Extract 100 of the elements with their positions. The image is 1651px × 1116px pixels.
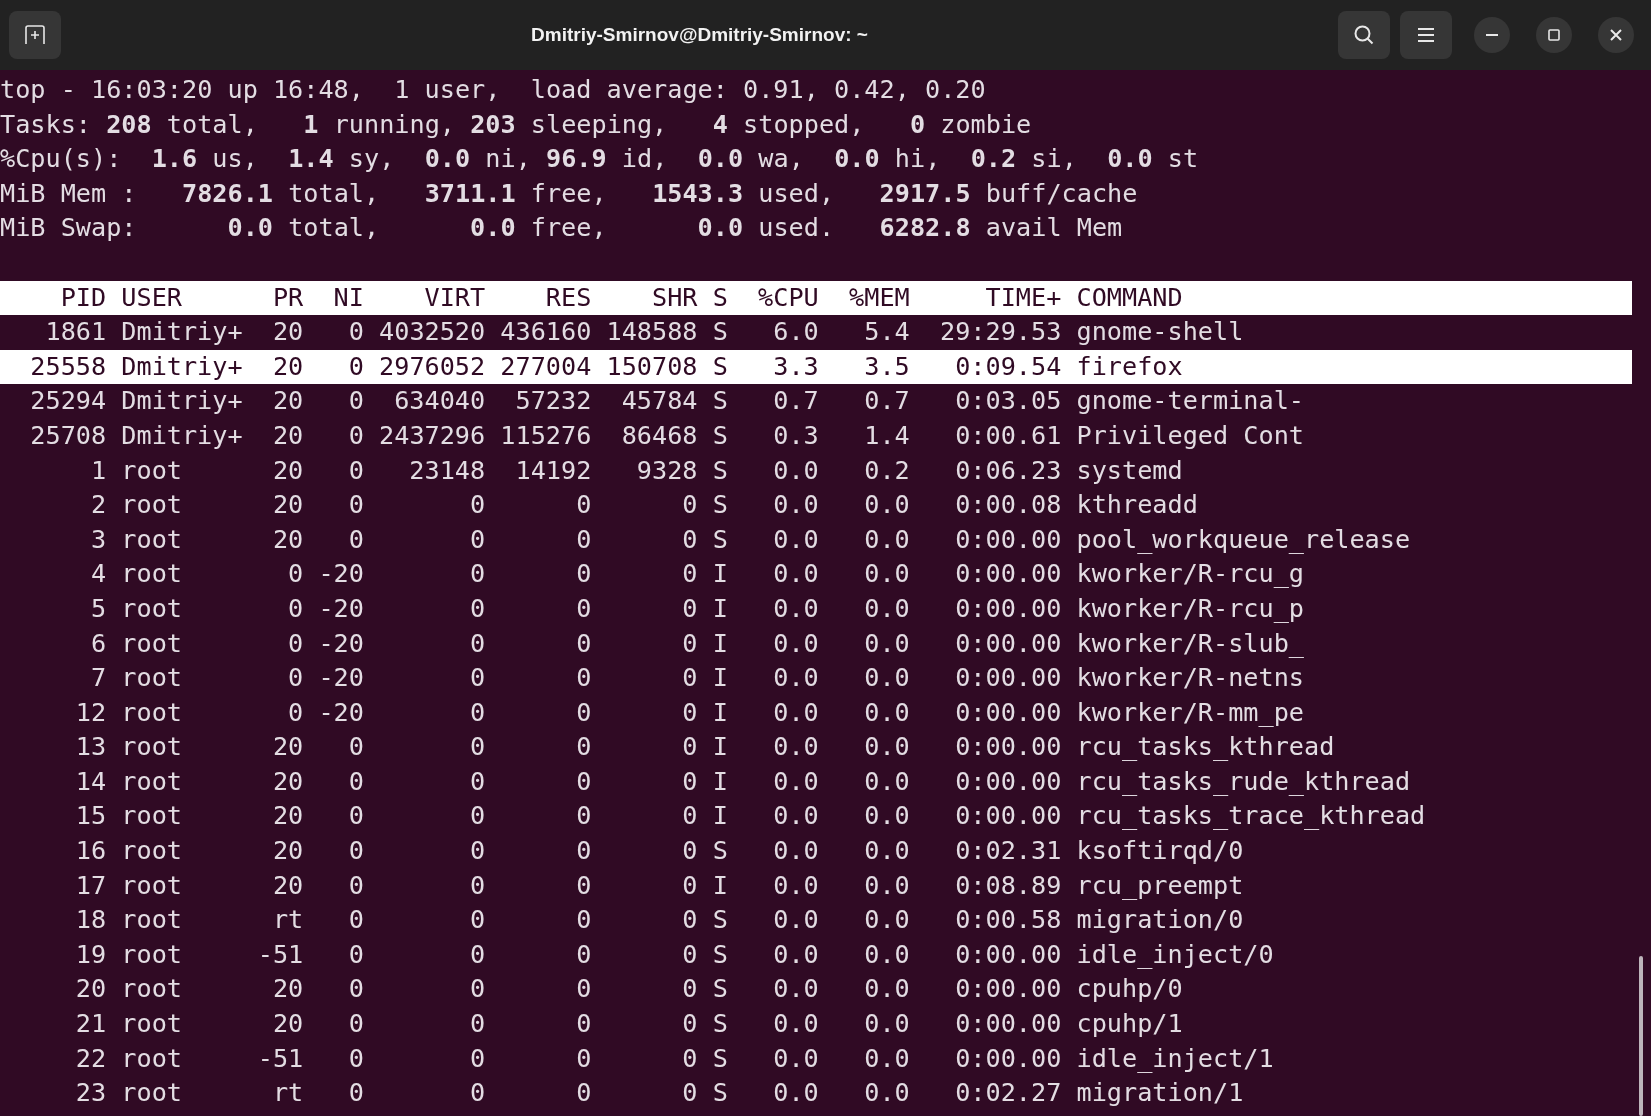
menu-button[interactable] <box>1400 11 1452 59</box>
new-tab-button[interactable] <box>9 11 61 59</box>
process-row[interactable]: 21 root 20 0 0 0 0 S 0.0 0.0 0:00.00 cpuhp/1 <box>0 1007 1632 1042</box>
table-cell-text: 0 <box>681 800 698 833</box>
table-cell-text: 0 <box>469 869 486 902</box>
table-cell-text: 0.2 <box>863 454 910 487</box>
table-cell-text: I <box>712 731 728 764</box>
process-row[interactable]: 17 root 20 0 0 0 0 I 0.0 0.0 0:08.89 rcu_preempt <box>0 868 1632 904</box>
table-cell-text: -51 <box>257 938 304 971</box>
table-cell-text: rcu_tasks_trace_kthread <box>1076 800 1426 833</box>
process-row[interactable]: 25708 Dmitriy+ 20 0 2437296 115276 86468 S 0.3 1.4 0:00.61 Privileged Cont <box>0 418 1632 454</box>
table-cell-text: 0 <box>469 835 486 868</box>
process-row[interactable]: 3 root 20 0 0 0 0 S 0.0 0.0 0:00.00 pool_workqueue_release <box>0 522 1632 558</box>
close-button[interactable] <box>1598 17 1634 53</box>
table-cell-text: 20 <box>271 765 304 798</box>
table-cell-text: root <box>121 765 183 798</box>
process-row[interactable]: 25558 Dmitriy+ 20 0 2976052 277004 150708 S 3.3 3.5 0:09.54 firefox <box>0 349 1632 385</box>
process-row[interactable]: 18 root rt 0 0 0 0 S 0.0 0.0 0:00.58 migration/0 <box>0 903 1632 938</box>
table-cell-text: 0 <box>681 662 698 695</box>
table-cell-text: 0 <box>347 973 364 1006</box>
table-cell-text: 0 <box>681 835 698 868</box>
table-cell-text: Dmitriy+ <box>121 350 243 383</box>
table-cell-text: 0.0 <box>863 765 910 798</box>
table-cell-text: root <box>121 869 183 902</box>
table-cell-text: 0 <box>347 316 364 349</box>
table-cell-text: 4 <box>89 558 107 591</box>
search-button[interactable] <box>1338 11 1390 59</box>
process-row[interactable]: 20 root 20 0 0 0 0 S 0.0 0.0 0:00.00 cpuhp/0 <box>0 972 1632 1008</box>
menu-icon <box>1417 27 1435 43</box>
process-row[interactable]: 15 root 20 0 0 0 0 I 0.0 0.0 0:00.00 rcu_tasks_trace_kthread <box>0 799 1632 835</box>
table-cell-text: I <box>712 765 728 798</box>
process-row[interactable]: 19 root -51 0 0 0 0 S 0.0 0.0 0:00.00 idle_inject/0 <box>0 937 1632 973</box>
table-cell-text: 45784 <box>620 385 698 418</box>
table-cell-text: 0:00.00 <box>954 938 1062 971</box>
table-cell-text: S <box>712 385 728 418</box>
table-cell-text: 0.0 <box>863 835 910 868</box>
table-cell-text: root <box>121 835 183 868</box>
column-header: RES <box>544 281 592 314</box>
process-row[interactable]: 2 root 20 0 0 0 0 S 0.0 0.0 0:00.08 kthreadd <box>0 488 1632 523</box>
table-cell-text: root <box>121 558 183 591</box>
table-cell-text: 0.0 <box>772 454 819 487</box>
process-row[interactable]: 25294 Dmitriy+ 20 0 634040 57232 45784 S 0.7 0.7 0:03.05 gnome-terminal- <box>0 384 1632 419</box>
table-cell-text: 2976052 <box>379 350 486 383</box>
table-cell-text: 0 <box>575 731 592 764</box>
table-cell-text: 0 <box>347 350 364 383</box>
table-cell-text: I <box>712 662 728 695</box>
summary-line: MiB Swap: 0.0 total, 0.0 free, 0.0 used. 6282.8 avail Mem <box>0 212 1123 245</box>
scrollbar[interactable] <box>1639 956 1643 1116</box>
process-row[interactable]: 4 root 0 -20 0 0 0 I 0.0 0.0 0:00.00 kworker/R-rcu_g <box>0 557 1632 592</box>
process-row[interactable]: 14 root 20 0 0 0 0 I 0.0 0.0 0:00.00 rcu_tasks_rude_kthread <box>0 764 1632 800</box>
window-title: Dmitriy-Smirnov@Dmitriy-Smirnov: ~ <box>531 22 868 47</box>
table-cell-text: 1 <box>89 454 107 487</box>
table-cell-text: kworker/R-rcu_p <box>1076 592 1304 625</box>
table-cell-text: 0 <box>347 523 364 556</box>
table-cell-text: 0 <box>469 731 486 764</box>
table-cell-text: 0:00.00 <box>954 662 1062 695</box>
table-cell-text: -51 <box>257 1042 304 1075</box>
table-cell-text: S <box>712 1008 728 1041</box>
maximize-button[interactable] <box>1536 17 1572 53</box>
table-cell-text: rcu_tasks_rude_kthread <box>1076 765 1411 798</box>
table-cell-text: 115276 <box>500 419 592 452</box>
process-row[interactable]: 1 root 20 0 23148 14192 9328 S 0.0 0.2 0:06.23 systemd <box>0 453 1632 489</box>
table-cell-text: rt <box>271 904 304 937</box>
table-cell-text: 0 <box>681 765 698 798</box>
close-icon <box>1610 29 1622 41</box>
table-cell-text: 23 <box>74 1077 107 1110</box>
process-row[interactable]: 5 root 0 -20 0 0 0 I 0.0 0.0 0:00.00 kworker/R-rcu_p <box>0 591 1632 627</box>
table-cell-text: 3.5 <box>863 350 910 383</box>
table-cell-text: 20 <box>271 316 304 349</box>
table-cell-text: 0 <box>469 1042 486 1075</box>
table-cell-text: 0 <box>287 558 304 591</box>
process-row[interactable]: 1861 Dmitriy+ 20 0 4032520 436160 148588 S 6.0 5.4 29:29.53 gnome-shell <box>0 315 1632 350</box>
process-row[interactable]: 6 root 0 -20 0 0 0 I 0.0 0.0 0:00.00 kworker/R-slub_ <box>0 626 1632 662</box>
table-cell-text: 0 <box>347 835 364 868</box>
table-cell-text: I <box>712 800 728 833</box>
process-row[interactable]: 16 root 20 0 0 0 0 S 0.0 0.0 0:02.31 ksoftirqd/0 <box>0 834 1632 869</box>
table-cell-text: 29:29.53 <box>939 316 1062 349</box>
table-cell-text: 0 <box>347 731 364 764</box>
table-cell-text: 86468 <box>620 419 698 452</box>
table-cell-text: pool_workqueue_release <box>1076 523 1411 556</box>
table-cell-text: 277004 <box>500 350 592 383</box>
table-cell-text: 22 <box>74 1042 107 1075</box>
table-cell-text: 2 <box>89 489 107 522</box>
table-cell-text: S <box>712 523 728 556</box>
table-cell-text: Dmitriy+ <box>121 316 243 349</box>
process-row[interactable]: 13 root 20 0 0 0 0 I 0.0 0.0 0:00.00 rcu_tasks_kthread <box>0 730 1632 765</box>
process-row[interactable]: 23 root rt 0 0 0 0 S 0.0 0.0 0:02.27 migration/1 <box>0 1076 1632 1111</box>
table-cell-text: root <box>121 696 183 729</box>
table-cell-text: 0.0 <box>863 869 910 902</box>
table-cell-text: S <box>712 350 728 383</box>
table-cell-text: 57232 <box>514 385 592 418</box>
process-row[interactable]: 7 root 0 -20 0 0 0 I 0.0 0.0 0:00.00 kworker/R-netns <box>0 661 1632 696</box>
table-cell-text: ksoftirqd/0 <box>1076 835 1244 868</box>
process-row[interactable]: 12 root 0 -20 0 0 0 I 0.0 0.0 0:00.00 kworker/R-mm_pe <box>0 695 1632 731</box>
table-cell-text: 20 <box>271 350 304 383</box>
table-cell-text: 0.0 <box>772 696 819 729</box>
maximize-icon <box>1548 29 1560 41</box>
table-cell-text: 0:00.00 <box>954 973 1062 1006</box>
table-cell-text: I <box>712 627 728 660</box>
process-row[interactable]: 22 root -51 0 0 0 0 S 0.0 0.0 0:00.00 idle_inject/1 <box>0 1041 1632 1077</box>
